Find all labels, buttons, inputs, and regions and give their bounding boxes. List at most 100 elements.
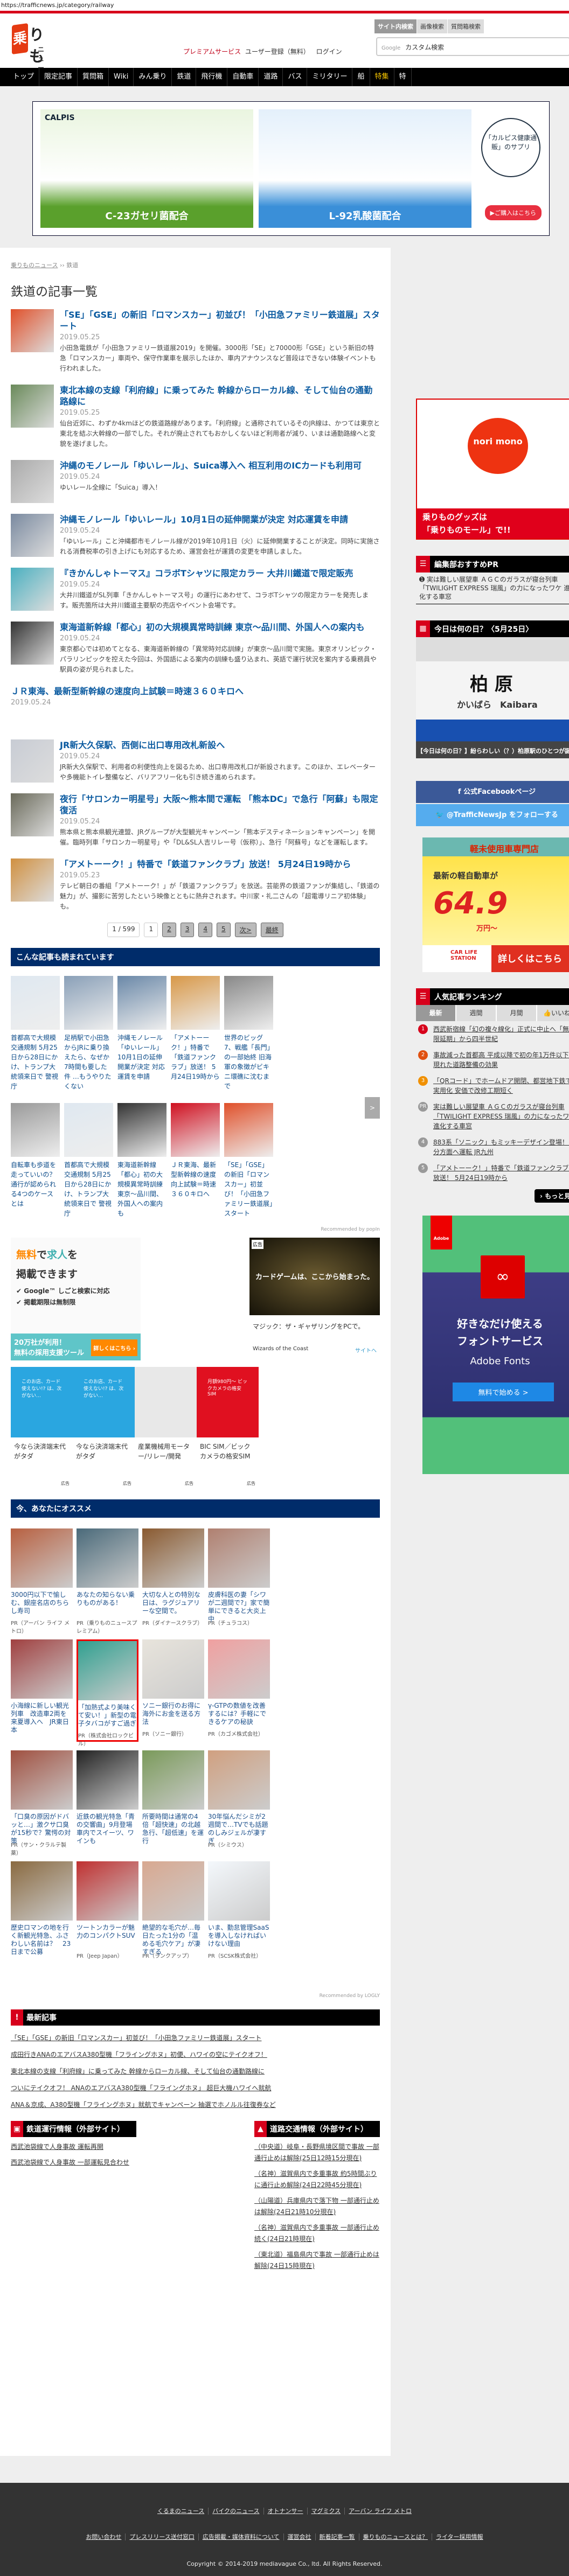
recommend-thumbnail[interactable] [11,1639,73,1699]
road-info-link[interactable]: （東北道）福島県内で事故 一部通行止めは解除(24日15時現在) [254,2249,380,2272]
footer-link[interactable]: 広告掲載・媒体資料について [198,2533,284,2540]
article-item[interactable]: 沖縄のモノレール「ゆいレール」、Suica導入へ 相互利用のICカードも利用可 2… [11,460,380,503]
recommend-item[interactable]: 歴史ロマンの地を行く新観光特急、ふさわしい名前は？ 23日まで公募 [11,1861,73,1977]
footer-link[interactable]: プレスリリース送付窓口 [126,2533,199,2540]
search-input[interactable]: Google カスタム検索 [376,37,569,56]
page-link[interactable]: 1 [144,923,158,937]
article-title[interactable]: 沖縄モノレール「ゆいレール」10月1日の延伸開業が決定 対応運賃を申請 [60,514,380,525]
premium-service-link[interactable]: プレミアムサービス [183,48,241,55]
recommend-item[interactable]: 近鉄の観光特急「青の交響曲」9月登場 車内でスイーツ、ワインも [77,1750,139,1853]
ad-buy-button[interactable]: ▶ご購入はこちら [484,205,542,220]
engage-cta-button[interactable]: 詳しくはこちら › [91,1339,137,1356]
recommend-title[interactable]: γ-GTPの数値を改善するには？手軽にできるケアの秘訣 [208,1702,270,1726]
nav-item[interactable]: 鉄道 [172,68,197,86]
tab-likes[interactable]: 👍いいね [537,1005,569,1021]
site-link[interactable]: サイトへ [355,1346,377,1354]
recommend-item[interactable]: 小海線に新しい観光列車 改造車2両を来夏導入へ JR東日本 [11,1639,73,1742]
popular-thumbnail[interactable] [171,1103,220,1157]
footer-link[interactable]: ライター採用情報 [432,2533,487,2540]
nav-item[interactable]: Wiki [109,68,134,86]
recommend-item[interactable]: 3000円以下で愉しむ、銀座名店のちらし寿司 PR（アーバン ライフ メトロ） [11,1528,73,1635]
nav-item[interactable]: 飛行機 [196,68,228,86]
ranking-link[interactable]: 「アメトーーク！」特番で「鉄道ファンクラブ」放送！ 5月24日19時から [433,1163,569,1183]
recommend-title[interactable]: いま、勤怠管理SaaSを導入しなければいけない理由 [208,1924,270,1948]
nav-item[interactable]: 特集 [370,68,394,86]
pr-item[interactable]: ➊ 実は難しい展望車 ＡＧＣのガラスが寝台列車「TWILIGHT EXPRESS… [416,573,569,604]
recommend-item[interactable]: 大切な人との特別な日は、ラグジュアリーな空間で。 PR（ダイナースクラブ） [142,1528,204,1631]
ranking-link[interactable]: 西武新宿線「幻の複々線化」正式に中止へ「無期限延期」から四半世紀 [433,1024,569,1044]
small-ad-caption[interactable]: 産業機械用モーター/リレー/開発 [138,1442,193,1461]
small-ad[interactable]: このお店、カード使えない!? は、次がない… 今なら決済端末代がタダ 広告 [73,1367,135,1486]
footer-link[interactable]: 運営会社 [283,2533,316,2540]
tab-latest[interactable]: 最新 [416,1005,456,1021]
recommend-thumbnail[interactable] [208,1750,270,1810]
popular-item[interactable]: 自転車も歩道を走っていいの？ 通行が認められる4つのケースとは [11,1103,60,1219]
article-item[interactable]: 東海道新幹線「都心」初の大規模異常時訓練 東京～品川間、外国人への案内も 2019… [11,622,380,675]
popular-title[interactable]: 世界のビッグ7、戦艦「長門」の一部始終 旧海軍の象徴がビキニ環礁に沈むまで [224,1033,273,1092]
recommend-title[interactable]: ソニー銀行のお得に海外にお金を送る方法 [142,1702,204,1726]
road-info-link[interactable]: （名神）滋賀県内で多重事故 一部通行止め続く(24日21時現在) [254,2222,380,2245]
nav-item[interactable]: 船 [352,68,370,86]
footer-link[interactable]: マグミクス [307,2508,345,2515]
recommend-title[interactable]: 30年悩んだシミが2週間で…TVでも話題のしみジェルが凄すぎ [208,1813,270,1845]
ranking-item[interactable]: 3 「QRコード」でホームドア開閉、都営地下鉄で実用化 安価で改修工期短く [418,1076,569,1095]
article-thumbnail[interactable] [11,385,54,428]
page-link[interactable]: 3 [180,923,195,937]
nav-item[interactable]: ミリタリー [307,68,353,86]
popular-title[interactable]: 首都高で大規模交通規制 5月25日から28日にかけ、トランプ大統領来日で 警視庁 [64,1160,113,1219]
small-ad[interactable]: 産業機械用モーター/リレー/開発 広告 [135,1367,197,1486]
road-info-link[interactable]: （山陽道）兵庫県内で落下物 一部通行止めは解除(24日21時10分現在) [254,2195,380,2218]
recommend-thumbnail[interactable] [142,1861,204,1921]
footer-link[interactable]: 乗りものニュースとは？ [359,2533,432,2540]
recommend-item[interactable]: 所要時間は通常の4倍「超快速」の北越急行、「超低速」を運行 [142,1750,204,1853]
recommend-item[interactable]: ソニー銀行のお得に海外にお金を送る方法 PR（ソニー銀行） [142,1639,204,1742]
article-thumbnail[interactable] [11,858,54,902]
popular-title[interactable]: 沖縄モノレール「ゆいレール」10月1日の延伸開業が決定 対応運賃を申請 [117,1033,166,1092]
recommend-title[interactable]: ツートンカラーが魅力のコンパクトSUV [77,1924,138,1948]
article-title[interactable]: ＪＲ東海、最新型新幹線の速度向上試験＝時速３６０キロへ [11,686,244,697]
recommend-thumbnail[interactable] [208,1861,270,1921]
popular-item[interactable]: 足柄駅で小田急からJRに乗り換えたら、なぜか7時間も要した件 …もうやりたくない [64,976,113,1092]
tab-image-search[interactable]: 画像検索 [417,19,447,33]
car-ad[interactable]: 軽未使用車専門店 最新の軽自動車が 64.9 万円～ CAR LIFE STAT… [422,837,569,972]
next-page-link[interactable]: 次> [234,923,256,937]
page-link[interactable]: 5 [217,923,231,937]
article-thumbnail[interactable] [11,739,54,783]
recommend-item[interactable]: 「加熱式より美味くて安い！」新型の電子タバコがすご過ぎ PR（株式会社ロックビル） [77,1639,138,1747]
rail-info-link[interactable]: 西武池袋線で人身事故 一部運転見合わせ [11,2157,136,2168]
popular-thumbnail[interactable] [11,976,60,1030]
popular-title[interactable]: ＪＲ東海、最新型新幹線の速度向上試験＝時速３６０キロへ [171,1160,220,1219]
recommended-by-logly[interactable]: Recommended by LOGLY [11,1993,380,1999]
address-bar[interactable]: https://trafficnews.jp/category/railway [0,0,569,11]
recommend-thumbnail[interactable] [11,1861,73,1921]
latest-link[interactable]: ついにテイクオフ！ ANAのエアバスA380型機「フライングホヌ」 超巨大機ハワ… [11,2080,380,2097]
recommend-item[interactable]: 皮膚科医の妻「シワが二週間で?」家で簡単にできると大炎上中 PR（チュラコス） [208,1528,270,1631]
recommend-thumbnail[interactable] [78,1641,137,1700]
popular-title[interactable]: 首都高で大規模交通規制 5月25日から28日にかけ、トランプ大統領来日で 警視庁 [11,1033,60,1092]
small-ad-caption[interactable]: 今なら決済端末代がタダ [76,1442,131,1461]
popular-thumbnail[interactable] [11,1103,60,1157]
article-thumbnail[interactable] [11,514,54,557]
article-title[interactable]: 東北本線の支線「利府線」に乗ってみた 幹線からローカル線、そして仙台の通勤路線に [60,385,380,407]
twitter-button[interactable]: 🐦 @TrafficNewsJp をフォローする [416,804,569,826]
ranking-item[interactable]: 1 西武新宿線「幻の複々線化」正式に中止へ「無期限延期」から四半世紀 [418,1024,569,1044]
article-item[interactable]: 『きかんしゃトーマス』コラボTシャツに限定カラー 大井川鐵道で限定販売 2019.… [11,568,380,611]
footer-link[interactable]: お問い合わせ [82,2533,126,2540]
recommended-by-popin[interactable]: Recommended by popIn [11,1227,380,1232]
recommend-item[interactable]: あなたの知らない乗りものがある！ PR（乗りものニュースプレミアム） [77,1528,138,1635]
recommend-title[interactable]: 「加熱式より美味くて安い！」新型の電子タバコがすご過ぎ [78,1704,137,1728]
ranking-link[interactable]: 実は難しい展望車 ＡＧＣのガラスが寝台列車「TWILIGHT EXPRESS 瑞… [433,1102,569,1131]
tab-monthly[interactable]: 月間 [497,1005,537,1021]
recommend-title[interactable]: 皮膚科医の妻「シワが二週間で?」家で簡単にできると大炎上中 [208,1591,270,1623]
recommend-title[interactable]: あなたの知らない乗りものがある！ [77,1591,138,1615]
recommend-item[interactable]: γ-GTPの数値を改善するには？手軽にできるケアの秘訣 PR（カゴメ株式会社） [208,1639,270,1742]
popular-thumbnail[interactable] [224,976,273,1030]
popular-item[interactable]: 「アメトーーク！」特番で「鉄道ファンクラブ」放送！ 5月24日19時から [171,976,220,1092]
adobe-ad[interactable]: Adobe ∞ 好きなだけ使える フォントサービス Adobe Fonts 無料で… [422,1216,569,1474]
tab-weekly[interactable]: 週間 [456,1005,497,1021]
article-thumbnail[interactable] [11,568,54,611]
popular-title[interactable]: 足柄駅で小田急からJRに乗り換えたら、なぜか7時間も要した件 …もうやりたくない [64,1033,113,1092]
popular-item[interactable]: 東海道新幹線「都心」初の大規模異常時訓練 東京～品川間、外国人への案内も [117,1103,166,1219]
popular-title[interactable]: 東海道新幹線「都心」初の大規模異常時訓練 東京～品川間、外国人への案内も [117,1160,166,1219]
site-logo[interactable]: 乗 りもの ニュース [12,23,55,87]
